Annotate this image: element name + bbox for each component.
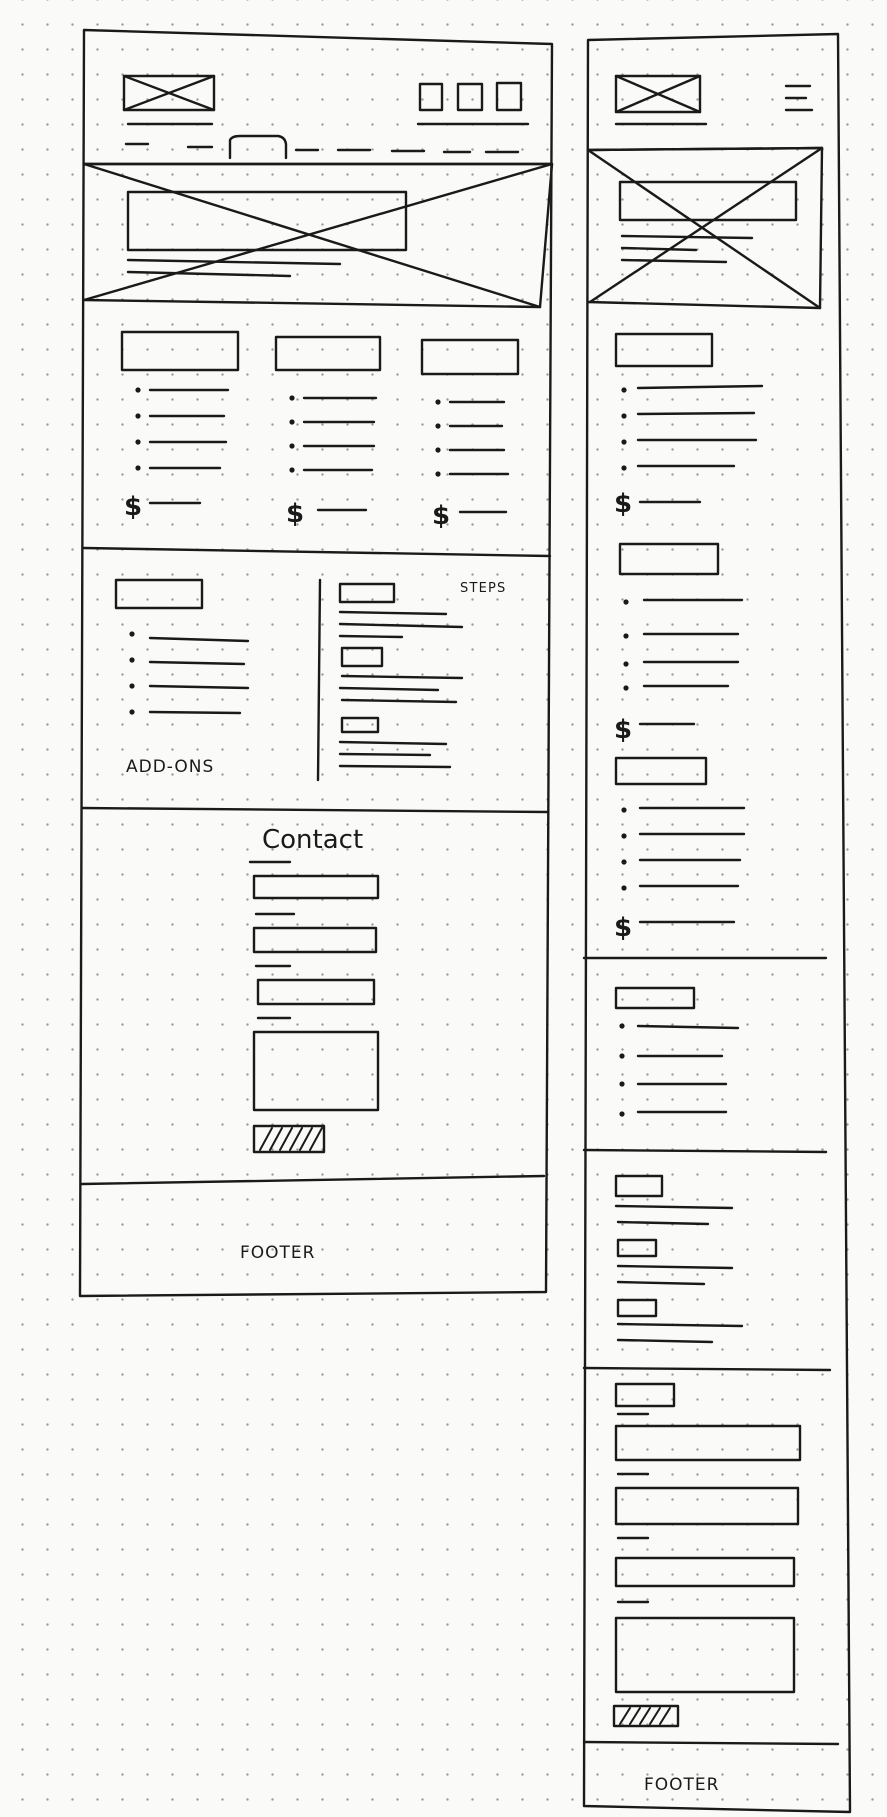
pricing-card: $ [614,756,746,943]
contact-title: Contact [262,825,363,855]
contact-input[interactable] [614,1556,796,1588]
pricing-card: $ [614,542,744,745]
nav-button[interactable] [495,81,523,112]
desktop-contact: Contact [248,825,380,1154]
contact-input[interactable] [252,874,380,900]
contact-textarea[interactable] [252,1030,380,1112]
column-divider [316,578,322,782]
submit-button[interactable] [252,1124,326,1154]
desktop-section-divider [80,1174,546,1186]
wireframe-sketch: $ $ $ ADD-ONS STEPS Contact FOOTER $ $ $… [78,28,852,1814]
submit-button[interactable] [612,1704,680,1728]
steps-label: STEPS [460,581,507,596]
mobile-pricing: $ $ $ [614,332,764,943]
pricing-card: $ [120,330,240,522]
mobile-header [614,74,814,126]
logo-placeholder-icon [614,74,702,114]
addons-label: ADD-ONS [126,757,214,777]
desktop-addons: ADD-ONS [114,578,250,777]
contact-input[interactable] [614,1424,802,1462]
desktop-tabs[interactable] [124,134,520,160]
price-currency: $ [124,492,142,522]
hero-image-placeholder-icon [586,146,824,310]
desktop-pricing: $ $ $ [120,330,520,531]
desktop-section-divider [82,546,552,558]
contact-textarea[interactable] [614,1616,796,1694]
mobile-wireframe: $ $ $ FOOTER [582,32,852,1814]
contact-input[interactable] [252,926,378,954]
desktop-steps: STEPS [338,581,507,769]
price-currency: $ [286,499,304,529]
desktop-footer: FOOTER [240,1243,315,1263]
hero-image-placeholder-icon [82,162,554,309]
pricing-card: $ [274,335,382,529]
mobile-contact [612,1382,802,1728]
hamburger-icon[interactable] [784,84,814,112]
logo-placeholder-icon [122,74,216,112]
hero-text-line [126,270,292,278]
nav-button[interactable] [418,82,444,112]
price-currency: $ [614,715,632,745]
mobile-steps [614,1174,744,1344]
price-currency: $ [614,489,632,519]
desktop-section-divider [80,806,550,814]
pricing-card: $ [420,338,520,531]
mobile-addons [614,986,740,1117]
mobile-hero [586,146,824,310]
desktop-wireframe: $ $ $ ADD-ONS STEPS Contact FOOTER [78,28,554,1298]
nav-button[interactable] [456,82,484,112]
pricing-card: $ [614,332,764,519]
hero-text-line [126,258,342,266]
contact-input[interactable] [614,1486,800,1526]
desktop-header [122,74,530,160]
tab-active [228,134,288,160]
price-currency: $ [432,501,450,531]
desktop-hero [82,162,554,309]
contact-input[interactable] [256,978,376,1006]
mobile-footer: FOOTER [644,1775,719,1795]
price-currency: $ [614,913,632,943]
